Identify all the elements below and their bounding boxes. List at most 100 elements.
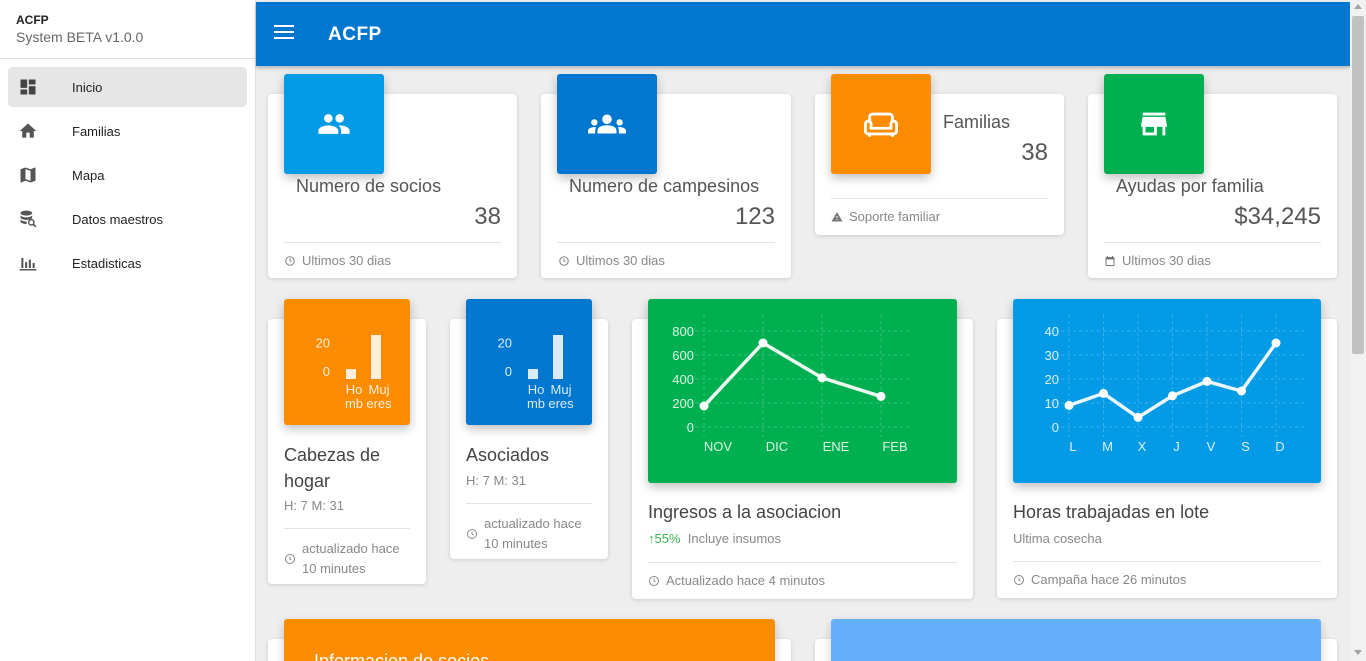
x-tick-label: M xyxy=(1102,439,1113,454)
app-title: ACFP xyxy=(328,24,382,45)
chart-title: Ingresos a la asociacion xyxy=(648,502,842,522)
bar xyxy=(371,335,381,379)
bottom-header-socios: Informacion de socios xyxy=(284,619,775,661)
line-chart: 0 10 20 30 40 L M X J V S D xyxy=(1045,315,1306,454)
x-tick-label: Muj xyxy=(551,382,572,397)
data-point xyxy=(1099,388,1108,398)
stat-footer: Soporte familiar xyxy=(831,209,940,224)
sidebar-nav: Inicio Familias Mapa Datos maestros Esta… xyxy=(0,59,255,283)
calendar-icon xyxy=(1105,255,1115,266)
app-bar: ACFP xyxy=(256,2,1350,66)
brand-subtitle: System BETA v1.0.0 xyxy=(16,29,144,45)
x-tick-label: Muj xyxy=(369,382,390,397)
scroll-thumb[interactable] xyxy=(1352,16,1364,354)
stat-label: Ayudas por familia xyxy=(1116,176,1264,196)
growth-value: 55% xyxy=(654,531,681,546)
data-point xyxy=(1271,338,1281,348)
store-icon xyxy=(1141,112,1167,136)
menu-icon[interactable] xyxy=(274,24,294,40)
y-tick-label: 20 xyxy=(316,336,330,351)
bar xyxy=(346,369,356,379)
sidebar-item-estadisticas[interactable]: Estadisticas xyxy=(8,243,247,283)
stat-label: Numero de socios xyxy=(296,176,442,196)
bottom-title: Informacion de socios xyxy=(314,651,490,661)
data-point xyxy=(1202,376,1212,386)
chart-title: Asociados xyxy=(466,445,550,465)
series-line xyxy=(702,340,882,408)
sidebar-item-label: Datos maestros xyxy=(72,211,164,227)
stat-value: $34,245 xyxy=(1234,203,1321,230)
stat-label: Numero de campesinos xyxy=(569,176,760,196)
x-tick-label: DIC xyxy=(766,439,788,454)
clock-icon xyxy=(467,529,477,539)
chart-subtitle: H: 7 M: 31 xyxy=(466,473,526,488)
bar xyxy=(553,335,563,379)
bar-chart: 20 0 Homb Mujeres xyxy=(316,335,392,411)
sidebar-item-inicio[interactable]: Inicio xyxy=(8,67,247,107)
x-tick-label: NOV xyxy=(704,439,733,454)
line-chart: 0 200 400 600 800 NOV DIC ENE FEB xyxy=(672,315,911,454)
x-tick-label: Ho xyxy=(528,382,545,397)
divider xyxy=(466,503,592,504)
chart-footer: Actualizado hace 4 minutos xyxy=(648,573,825,588)
divider xyxy=(284,528,410,529)
divider xyxy=(1104,242,1321,243)
data-point xyxy=(699,401,709,411)
brand-title: ACFP xyxy=(16,13,49,27)
sidebar-item-datos-maestros[interactable]: Datos maestros xyxy=(8,199,247,239)
chart-footer: actualizado hace 10 minutes xyxy=(284,539,412,579)
y-tick-label: 40 xyxy=(1045,324,1059,339)
stat-value: 123 xyxy=(734,203,775,230)
group-icon xyxy=(588,114,626,134)
stat-value: 38 xyxy=(1021,139,1048,166)
divider xyxy=(284,242,501,243)
data-point xyxy=(1133,412,1143,422)
bar-chart: 20 0 Homb Mujeres xyxy=(498,335,574,411)
brand: ACFP System BETA v1.0.0 xyxy=(0,0,255,59)
data-point xyxy=(817,373,827,383)
chart-title: Cabezas de hogar xyxy=(284,445,381,491)
x-tick-label: mb xyxy=(527,396,545,411)
chart-box: 0 10 20 30 40 L M X J V S D xyxy=(1013,299,1321,483)
chart-footer-text: Campaña hace 26 minutos xyxy=(1031,572,1187,587)
people-icon xyxy=(318,114,350,134)
chart-subtitle: Ultima cosecha xyxy=(1013,531,1102,546)
x-tick-label: J xyxy=(1173,439,1180,454)
stat-footer: Ultimos 30 dias xyxy=(558,253,665,268)
x-tick-label: ENE xyxy=(823,439,850,454)
divider xyxy=(557,242,775,243)
sidebar-item-familias[interactable]: Familias xyxy=(8,111,247,151)
x-tick-label: V xyxy=(1207,439,1216,454)
x-tick-label: mb xyxy=(345,396,363,411)
database-search-icon xyxy=(20,210,37,228)
history-icon xyxy=(559,255,569,266)
stat-footer-text: Ultimos 30 dias xyxy=(576,253,665,268)
stat-icon-box xyxy=(284,74,384,174)
clock-icon xyxy=(285,554,295,564)
scrollbar[interactable] xyxy=(1350,0,1366,661)
x-tick-label: D xyxy=(1275,439,1284,454)
y-tick-label: 0 xyxy=(323,364,330,379)
y-tick-label: 0 xyxy=(687,420,694,435)
history-icon xyxy=(285,255,295,266)
scroll-down-arrow[interactable] xyxy=(1354,650,1362,655)
sidebar-item-label: Mapa xyxy=(72,167,105,183)
clock-icon xyxy=(649,575,659,586)
sidebar-item-mapa[interactable]: Mapa xyxy=(8,155,247,195)
warning-icon xyxy=(831,211,843,221)
y-tick-label: 10 xyxy=(1045,396,1059,411)
scroll-up-arrow[interactable] xyxy=(1354,4,1362,9)
divider xyxy=(1013,561,1321,562)
y-tick-label: 20 xyxy=(498,336,512,351)
sofa-icon xyxy=(864,112,898,137)
stat-icon-box xyxy=(557,74,657,174)
y-tick-label: 0 xyxy=(1052,420,1059,435)
chart-subtitle: H: 7 M: 31 xyxy=(284,498,344,513)
dashboard-icon xyxy=(20,79,36,95)
stat-footer: Ultimos 30 dias xyxy=(1104,253,1211,268)
y-tick-label: 400 xyxy=(672,372,694,387)
y-tick-label: 600 xyxy=(672,348,694,363)
data-point xyxy=(1237,386,1246,396)
sidebar-item-label: Familias xyxy=(72,123,121,139)
data-point xyxy=(758,338,768,348)
